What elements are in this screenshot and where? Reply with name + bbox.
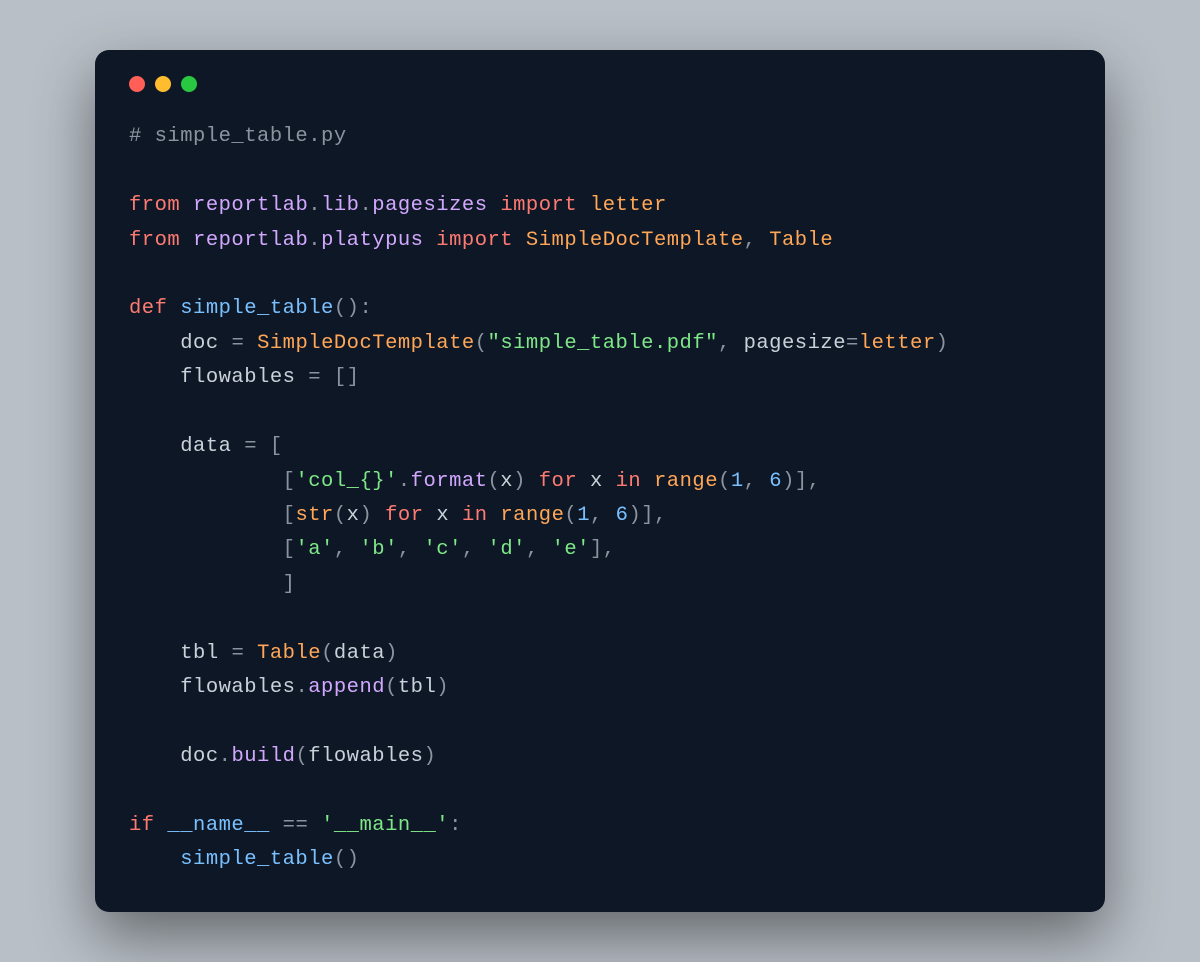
close-icon[interactable] <box>129 76 145 92</box>
code-block: # simple_table.py from reportlab.lib.pag… <box>129 120 1071 878</box>
ident: letter <box>590 194 667 217</box>
module: reportlab <box>193 194 308 217</box>
kw-from: from <box>129 194 180 217</box>
class: SimpleDocTemplate <box>526 229 744 252</box>
kwarg: pagesize <box>744 332 846 355</box>
kw-import: import <box>500 194 577 217</box>
kw-def: def <box>129 297 167 320</box>
kw-if: if <box>129 814 155 837</box>
class: Table <box>769 229 833 252</box>
code-window: # simple_table.py from reportlab.lib.pag… <box>95 50 1105 912</box>
window-traffic-lights <box>129 76 1071 92</box>
func-name: simple_table <box>180 297 334 320</box>
minimize-icon[interactable] <box>155 76 171 92</box>
maximize-icon[interactable] <box>181 76 197 92</box>
ident: doc <box>180 332 218 355</box>
comment: # simple_table.py <box>129 125 347 148</box>
dunder-name: __name__ <box>167 814 269 837</box>
string: "simple_table.pdf" <box>488 332 718 355</box>
